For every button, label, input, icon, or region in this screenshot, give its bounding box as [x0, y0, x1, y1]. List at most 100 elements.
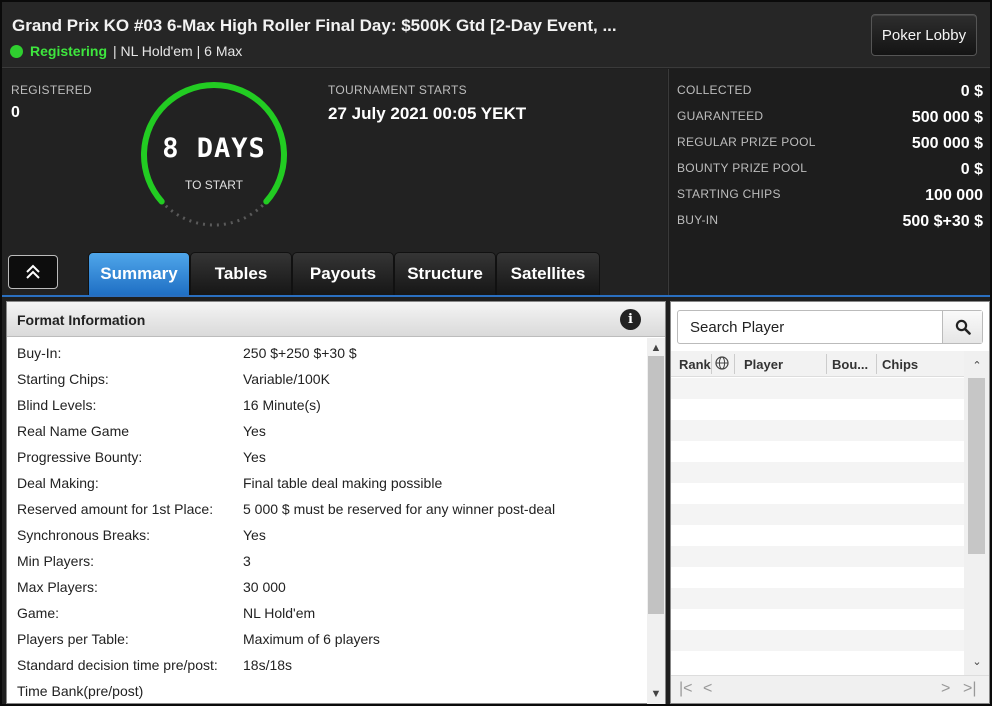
- player-pager: |< < > >|: [671, 675, 989, 703]
- next-page-icon[interactable]: >: [941, 680, 950, 698]
- format-row: Real Name Game Yes: [7, 418, 647, 444]
- prize-label: REGULAR PRIZE POOL: [677, 135, 816, 149]
- player-list-panel: Rank Player Bou... Chips: [670, 301, 990, 704]
- format-value: Yes: [243, 449, 266, 465]
- prize-row: COLLECTED 0 $: [677, 79, 983, 105]
- countdown-ring: 8 DAYS TO START: [136, 77, 292, 233]
- poker-lobby-button[interactable]: Poker Lobby: [871, 14, 977, 56]
- format-key: Progressive Bounty:: [17, 449, 143, 465]
- format-row: Blind Levels: 16 Minute(s): [7, 392, 647, 418]
- format-row: Min Players: 3: [7, 548, 647, 574]
- first-page-icon[interactable]: |<: [679, 680, 693, 698]
- format-row: Deal Making: Final table deal making poss…: [7, 470, 647, 496]
- format-key: Standard decision time pre/post:: [17, 657, 218, 673]
- format-value: Maximum of 6 players: [243, 631, 380, 647]
- format-key: Starting Chips:: [17, 371, 109, 387]
- prize-row: GUARANTEED 500 000 $: [677, 105, 983, 131]
- tab-satellites[interactable]: Satellites: [496, 252, 600, 296]
- prize-label: GUARANTEED: [677, 109, 764, 123]
- format-key: Blind Levels:: [17, 397, 97, 413]
- status-dot-icon: [10, 44, 23, 58]
- format-row: Time Bank(pre/post): [7, 678, 647, 704]
- table-row: [671, 651, 964, 672]
- table-row: [671, 588, 964, 609]
- table-row: [671, 420, 964, 441]
- col-country[interactable]: [715, 356, 729, 373]
- format-row: Progressive Bounty: Yes: [7, 444, 647, 470]
- scroll-up-icon[interactable]: ⌃: [968, 357, 986, 373]
- registered-value: 0: [11, 104, 20, 121]
- col-bounty[interactable]: Bou...: [832, 357, 868, 372]
- prize-label: STARTING CHIPS: [677, 187, 781, 201]
- format-value: Variable/100K: [243, 371, 330, 387]
- col-chips[interactable]: Chips: [882, 357, 918, 372]
- tournament-lobby-window: Grand Prix KO #03 6-Max High Roller Fina…: [0, 0, 992, 706]
- table-row: [671, 504, 964, 525]
- tournament-title: Grand Prix KO #03 6-Max High Roller Fina…: [12, 16, 617, 35]
- tab-payouts[interactable]: Payouts: [292, 252, 394, 296]
- format-value: 250 $+250 $+30 $: [243, 345, 357, 361]
- table-row: [671, 399, 964, 420]
- format-key: Synchronous Breaks:: [17, 527, 151, 543]
- last-page-icon[interactable]: >|: [963, 680, 977, 698]
- format-key: Game:: [17, 605, 60, 621]
- scroll-down-icon[interactable]: ▼: [647, 686, 665, 702]
- format-value: Yes: [243, 527, 266, 543]
- format-row: Game: NL Hold'em: [7, 600, 647, 626]
- column-divider: [734, 354, 735, 374]
- format-row: Buy-In: 250 $+250 $+30 $: [7, 340, 647, 366]
- format-key: Deal Making:: [17, 475, 99, 491]
- format-row: Players per Table: Maximum of 6 players: [7, 626, 647, 652]
- prize-label: BUY-IN: [677, 213, 719, 227]
- format-key: Max Players:: [17, 579, 98, 595]
- registered-label: REGISTERED: [11, 83, 93, 97]
- scroll-up-icon[interactable]: ▲: [647, 340, 665, 356]
- table-row: [671, 441, 964, 462]
- format-value: 18s/18s: [243, 657, 293, 673]
- search-player-input[interactable]: [678, 311, 944, 343]
- status-text: Registering: [30, 43, 108, 59]
- tab-structure[interactable]: Structure: [394, 252, 496, 296]
- prize-value: 100 000: [925, 187, 983, 204]
- column-divider: [711, 354, 712, 374]
- search-icon: [955, 319, 971, 335]
- player-scrollbar[interactable]: ⌃ ⌄: [964, 351, 989, 675]
- format-key: Buy-In:: [17, 345, 62, 361]
- tournament-starts-label: TOURNAMENT STARTS: [328, 83, 467, 97]
- format-scrollbar[interactable]: ▲ ▼: [647, 338, 665, 704]
- format-value: Final table deal making possible: [243, 475, 443, 491]
- column-divider: [876, 354, 877, 374]
- format-value: 3: [243, 553, 251, 569]
- prize-row: BOUNTY PRIZE POOL 0 $: [677, 157, 983, 183]
- tab-underline: [2, 295, 990, 297]
- game-info: | NL Hold'em | 6 Max: [113, 43, 243, 59]
- player-scroll-thumb[interactable]: [968, 378, 985, 554]
- tab-summary[interactable]: Summary: [88, 252, 190, 296]
- format-value: Yes: [243, 423, 266, 439]
- scroll-down-icon[interactable]: ⌄: [968, 653, 986, 669]
- table-row: [671, 609, 964, 630]
- format-panel-header: Format Information i: [7, 302, 665, 337]
- collapse-toggle-button[interactable]: [8, 255, 58, 289]
- format-key: Time Bank(pre/post): [17, 683, 144, 699]
- format-key: Players per Table:: [17, 631, 129, 647]
- info-icon[interactable]: i: [620, 309, 641, 330]
- countdown-value: 8 DAYS: [162, 133, 266, 164]
- prev-page-icon[interactable]: <: [703, 680, 712, 698]
- format-value: 30 000: [243, 579, 286, 595]
- prize-value: 500 000 $: [911, 109, 983, 126]
- col-player[interactable]: Player: [744, 357, 783, 372]
- prize-label: BOUNTY PRIZE POOL: [677, 161, 808, 175]
- format-scroll-thumb[interactable]: [648, 356, 664, 614]
- prize-value: 500 $+30 $: [902, 213, 983, 230]
- table-row: [671, 483, 964, 504]
- prize-row: BUY-IN 500 $+30 $: [677, 209, 983, 235]
- search-button[interactable]: [942, 311, 982, 343]
- col-rank[interactable]: Rank: [679, 357, 711, 372]
- tab-tables[interactable]: Tables: [190, 252, 292, 296]
- status-line: Registering | NL Hold'em | 6 Max: [10, 43, 242, 59]
- prize-label: COLLECTED: [677, 83, 752, 97]
- player-rows: [671, 378, 964, 672]
- format-panel-title: Format Information: [17, 312, 146, 328]
- format-row: Standard decision time pre/post: 18s/18s: [7, 652, 647, 678]
